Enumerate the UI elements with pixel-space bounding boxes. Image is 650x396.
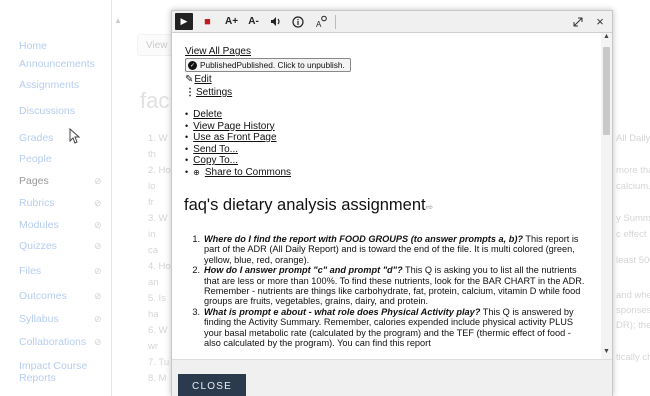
pencil-icon: ✎ bbox=[185, 74, 194, 85]
nav-item-grades[interactable]: Grades bbox=[19, 132, 53, 144]
nav-item-outcomes[interactable]: Outcomes bbox=[19, 290, 67, 302]
list-item: • View Page History bbox=[185, 121, 291, 133]
faq-number: 2. bbox=[192, 265, 200, 276]
faq-question: How do I answer prompt "c" and prompt "d… bbox=[204, 265, 403, 276]
scroll-thumb[interactable] bbox=[603, 47, 610, 135]
hidden-eye-icon: ⊘ bbox=[94, 266, 102, 276]
hidden-eye-icon: ⊘ bbox=[94, 220, 102, 230]
nav-item-discussions[interactable]: Discussions bbox=[19, 105, 75, 117]
page-title: faq's dietary analysis assignment⇨ bbox=[184, 196, 433, 215]
hidden-eye-icon: ⊘ bbox=[94, 337, 102, 347]
faq-list: 1. Where do I find the report with FOOD G… bbox=[190, 234, 590, 348]
nav-item-assignments[interactable]: Assignments bbox=[19, 79, 79, 91]
faq-item: 3. What is prompt e about - what role doe… bbox=[190, 307, 590, 349]
faq-text: How do I answer prompt "c" and prompt "d… bbox=[204, 265, 590, 307]
settings-link[interactable]: Settings bbox=[196, 87, 232, 98]
faq-number: 3. bbox=[192, 306, 200, 317]
nav-item-pages[interactable]: Pages bbox=[19, 175, 49, 187]
use-as-front-page-link[interactable]: Use as Front Page bbox=[193, 132, 276, 144]
nav-item-collaborations[interactable]: Collaborations bbox=[19, 336, 86, 348]
nav-item-people[interactable]: People bbox=[19, 153, 52, 165]
mouse-cursor-icon bbox=[69, 128, 81, 144]
dialog-footer: CLOSE bbox=[172, 359, 612, 396]
view-page-history-link[interactable]: View Page History bbox=[193, 121, 275, 133]
nav-item-modules[interactable]: Modules bbox=[19, 219, 59, 231]
screen: Home Announcements Assignments Discussions G… bbox=[0, 0, 650, 396]
font-increase-button[interactable]: A+ bbox=[222, 13, 241, 30]
scroll-up-icon[interactable]: ▲ bbox=[601, 33, 612, 44]
check-circle-icon: ✓ bbox=[188, 60, 197, 70]
nav-item-syllabus[interactable]: Syllabus bbox=[19, 313, 59, 325]
faq-item: 1. Where do I find the report with FOOD G… bbox=[190, 234, 590, 265]
info-icon[interactable] bbox=[288, 13, 307, 30]
bullet: • bbox=[185, 155, 189, 165]
copy-to-link[interactable]: Copy To... bbox=[193, 155, 238, 167]
page-title-text: faq's dietary analysis assignment bbox=[184, 196, 426, 214]
view-all-pages-link[interactable]: View All Pages bbox=[185, 46, 251, 57]
volume-icon[interactable] bbox=[266, 13, 285, 30]
bullet: • bbox=[185, 132, 189, 142]
bullet: • bbox=[185, 143, 189, 154]
close-icon[interactable]: × bbox=[591, 13, 609, 30]
faq-text: Where do I find the report with FOOD GRO… bbox=[204, 234, 590, 265]
faq-question: Where do I find the report with FOOD GRO… bbox=[204, 234, 524, 244]
reader-toolbar: ▶ ■ A+ A- A × bbox=[172, 11, 612, 33]
course-nav: Home Announcements Assignments Discussions G… bbox=[0, 0, 112, 396]
page-actions-list: • Delete • View Page History • Use as Front… bbox=[185, 109, 291, 178]
list-item: • Send To... bbox=[185, 144, 291, 156]
bullet: • bbox=[185, 166, 189, 177]
toolbar-divider bbox=[335, 15, 336, 29]
faq-question: What is prompt e about - what role does … bbox=[204, 306, 481, 317]
list-item: • Copy To... bbox=[185, 155, 291, 167]
more-vertical-icon: ⋮ bbox=[185, 87, 195, 98]
close-button[interactable]: CLOSE bbox=[178, 374, 246, 396]
hidden-eye-icon: ⊘ bbox=[94, 291, 102, 301]
reader-content: View All Pages ✓ PublishedPublished. Cli… bbox=[172, 33, 600, 359]
faq-number: 1. bbox=[192, 234, 200, 244]
published-badge[interactable]: ✓ PublishedPublished. Click to unpublish… bbox=[185, 58, 351, 72]
svg-text:A: A bbox=[316, 20, 322, 28]
font-decrease-button[interactable]: A- bbox=[244, 13, 263, 30]
hidden-eye-icon: ⊘ bbox=[94, 314, 102, 324]
settings-row: ⋮ Settings bbox=[185, 87, 232, 98]
send-to-link[interactable]: Send To... bbox=[193, 144, 238, 156]
nav-item-quizzes[interactable]: Quizzes bbox=[19, 240, 57, 252]
share-to-commons-link[interactable]: Share to Commons bbox=[205, 167, 291, 179]
nav-item-rubrics[interactable]: Rubrics bbox=[19, 197, 55, 209]
nav-item-home[interactable]: Home bbox=[19, 40, 47, 52]
edit-link[interactable]: Edit bbox=[194, 74, 211, 85]
text-settings-icon[interactable]: A bbox=[312, 13, 331, 30]
nav-item-announcements[interactable]: Announcements bbox=[19, 58, 95, 70]
expand-icon[interactable] bbox=[569, 13, 587, 30]
scroll-down-icon[interactable]: ▼ bbox=[601, 348, 612, 359]
nav-item-files[interactable]: Files bbox=[19, 265, 41, 277]
content-scrollbar[interactable]: ▲ ▼ bbox=[601, 33, 612, 359]
bullet: • bbox=[185, 109, 189, 119]
edit-row: ✎ Edit bbox=[185, 74, 212, 85]
stop-button[interactable]: ■ bbox=[198, 13, 217, 30]
delete-link[interactable]: Delete bbox=[193, 109, 222, 121]
faq-item: 2. How do I answer prompt "c" and prompt … bbox=[190, 265, 590, 307]
nav-item-impact-course-reports[interactable]: Impact Course Reports bbox=[19, 360, 99, 384]
faq-text: What is prompt e about - what role does … bbox=[204, 307, 590, 349]
list-item: • Use as Front Page bbox=[185, 132, 291, 144]
hidden-eye-icon: ⊘ bbox=[94, 241, 102, 251]
play-button[interactable]: ▶ bbox=[175, 13, 193, 30]
published-label: PublishedPublished. Click to unpublish. bbox=[200, 60, 345, 70]
hidden-eye-icon: ⊘ bbox=[94, 198, 102, 208]
commons-icon: ⊕ bbox=[193, 167, 200, 177]
list-item: • Delete bbox=[185, 109, 291, 121]
bullet: • bbox=[185, 120, 189, 131]
immersive-reader-dialog: ▶ ■ A+ A- A × View All Pages ✓ Published… bbox=[171, 10, 613, 396]
anchor-icon: ⇨ bbox=[425, 202, 434, 212]
hidden-eye-icon: ⊘ bbox=[94, 176, 102, 186]
list-item: • ⊕ Share to Commons bbox=[185, 167, 291, 179]
